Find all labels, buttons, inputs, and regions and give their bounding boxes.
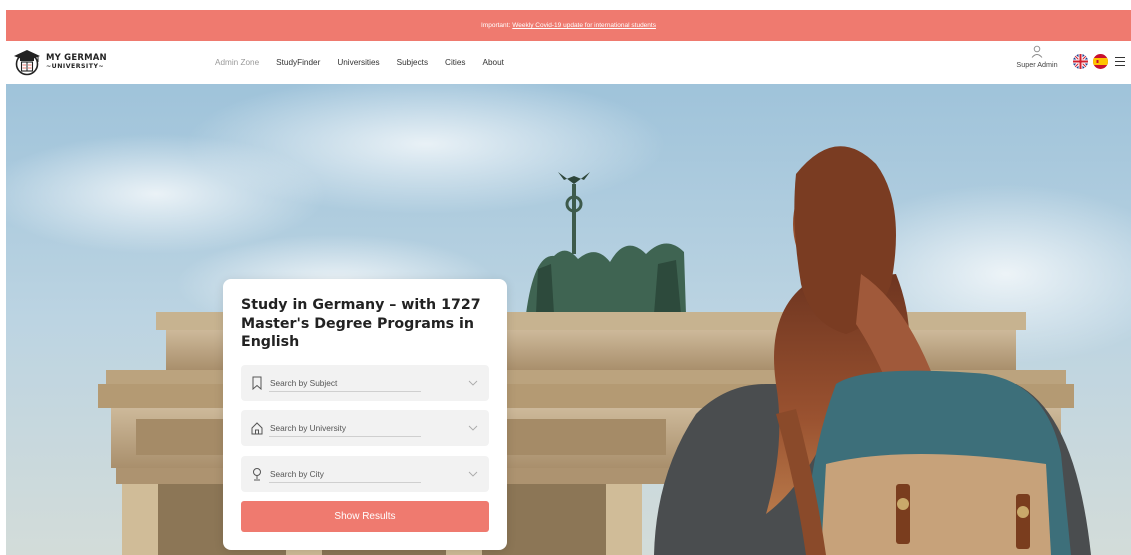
chevron-down-icon[interactable]: [468, 470, 478, 478]
user-menu[interactable]: Super Admin: [1011, 45, 1063, 69]
logo-line2: ~UNIVERSITY~: [46, 62, 105, 70]
uk-flag-icon[interactable]: [1073, 54, 1088, 69]
announcement-banner: Important: Weekly Covid-19 update for in…: [6, 10, 1131, 41]
city-search-field[interactable]: Search by City: [241, 456, 489, 492]
main-nav: Admin Zone StudyFinder Universities Subj…: [215, 41, 521, 84]
subject-search-field[interactable]: Search by Subject: [241, 365, 489, 401]
hero-background-image: [6, 84, 1131, 555]
user-icon: [1031, 45, 1043, 58]
show-results-button[interactable]: Show Results: [241, 501, 489, 532]
hero-title: Study in Germany – with 1727 Master's De…: [241, 297, 481, 350]
university-search-field[interactable]: Search by University: [241, 410, 489, 446]
nav-cities[interactable]: Cities: [445, 58, 465, 67]
chevron-down-icon[interactable]: [468, 424, 478, 432]
logo-line1: MY GERMAN: [46, 53, 107, 64]
chevron-down-icon[interactable]: [468, 379, 478, 387]
graduation-cap-logo-icon: [12, 47, 42, 77]
navbar: MY GERMAN ~UNIVERSITY~ Admin Zone StudyF…: [6, 41, 1131, 84]
page: Important: Weekly Covid-19 update for in…: [6, 10, 1131, 555]
city-search-placeholder: Search by City: [270, 469, 324, 479]
nav-admin-zone[interactable]: Admin Zone: [215, 58, 259, 67]
search-card: Study in Germany – with 1727 Master's De…: [223, 279, 507, 550]
university-search-placeholder: Search by University: [270, 423, 347, 433]
hero-section: Study in Germany – with 1727 Master's De…: [6, 84, 1131, 555]
nav-studyfinder[interactable]: StudyFinder: [276, 58, 320, 67]
subject-search-placeholder: Search by Subject: [270, 378, 338, 388]
covid-update-link[interactable]: Weekly Covid-19 update for international…: [512, 22, 656, 29]
spain-flag-icon[interactable]: [1093, 54, 1108, 69]
nav-subjects[interactable]: Subjects: [397, 58, 428, 67]
nav-universities[interactable]: Universities: [337, 58, 379, 67]
nav-about[interactable]: About: [483, 58, 504, 67]
user-name-label: Super Admin: [1016, 60, 1058, 69]
home-icon: [251, 422, 263, 435]
location-pin-icon: [253, 468, 261, 481]
banner-prefix: Important:: [481, 22, 511, 29]
hamburger-menu-icon[interactable]: [1115, 54, 1127, 68]
bookmark-icon: [252, 376, 262, 390]
site-logo[interactable]: MY GERMAN ~UNIVERSITY~: [12, 46, 107, 78]
